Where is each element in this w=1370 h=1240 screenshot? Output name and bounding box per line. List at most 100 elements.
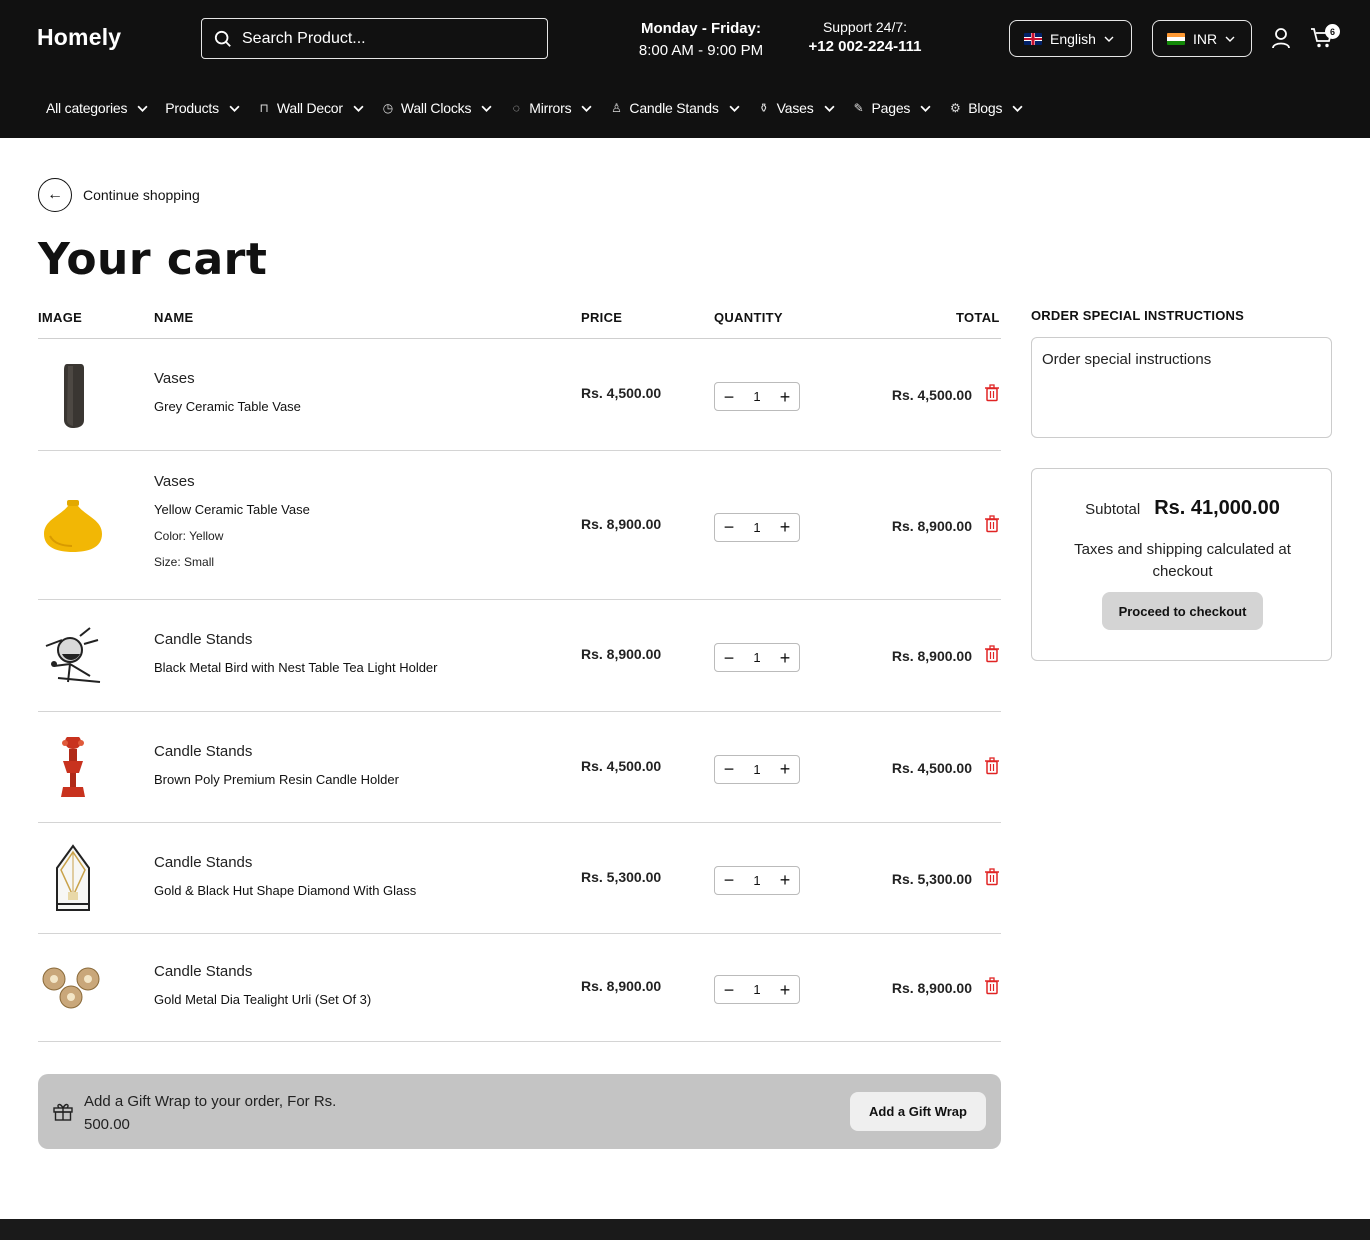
trash-icon[interactable]: [983, 514, 1001, 533]
quantity-value[interactable]: 1: [753, 389, 760, 404]
option-label: Size:: [154, 555, 181, 569]
nav-item-label: Vases: [776, 100, 814, 116]
language-selector[interactable]: English: [1009, 20, 1132, 57]
nav-item-wall-decor[interactable]: ⊓ Wall Decor: [257, 100, 364, 116]
product-info: Candle Stands Gold Metal Dia Tealight Url…: [154, 963, 371, 1007]
language-value: English: [1050, 30, 1096, 47]
quantity-value[interactable]: 1: [753, 762, 760, 777]
continue-shopping-link[interactable]: ← Continue shopping: [38, 178, 200, 212]
decrease-quantity-button[interactable]: −: [722, 760, 736, 778]
nav-item-candle-stands[interactable]: ♙ Candle Stands: [609, 100, 740, 116]
product-price: Rs. 8,900.00: [581, 978, 662, 994]
increase-quantity-button[interactable]: +: [778, 518, 792, 536]
quantity-value[interactable]: 1: [753, 873, 760, 888]
product-image[interactable]: [38, 491, 108, 561]
continue-shopping-label: Continue shopping: [83, 187, 200, 203]
increase-quantity-button[interactable]: +: [778, 871, 792, 889]
option-value: Small: [184, 555, 215, 569]
increase-quantity-button[interactable]: +: [778, 981, 792, 999]
cart-count-badge: 6: [1325, 24, 1340, 39]
logo[interactable]: Homely: [37, 24, 121, 51]
product-name[interactable]: Brown Poly Premium Resin Candle Holder: [154, 772, 399, 787]
product-name[interactable]: Gold Metal Dia Tealight Urli (Set Of 3): [154, 992, 371, 1007]
product-image[interactable]: [38, 843, 108, 914]
product-image[interactable]: [38, 621, 108, 691]
currency-value: INR: [1193, 30, 1218, 47]
quantity-stepper: − 1 +: [714, 754, 800, 784]
nav-item-blogs[interactable]: ⚙ Blogs: [948, 100, 1023, 116]
decrease-quantity-button[interactable]: −: [722, 518, 736, 536]
trash-icon[interactable]: [983, 756, 1001, 775]
decrease-quantity-button[interactable]: −: [722, 871, 736, 889]
product-price: Rs. 4,500.00: [581, 385, 662, 401]
option-line: Size: Small: [154, 555, 310, 569]
chevron-down-icon: [1104, 36, 1114, 42]
line-total: Rs. 4,500.00: [891, 759, 972, 776]
quantity-stepper: − 1 +: [714, 975, 800, 1004]
option-value: Yellow: [189, 529, 224, 543]
increase-quantity-button[interactable]: +: [778, 649, 792, 667]
nav-item-label: All categories: [46, 100, 128, 116]
subtotal-label: Subtotal: [1085, 501, 1141, 518]
order-summary: Subtotal Rs. 41,000.00 Taxes and shippin…: [1031, 468, 1332, 661]
cart-row: Candle Stands Gold & Black Hut Shape Diam…: [38, 823, 1001, 934]
search-input[interactable]: [242, 29, 522, 48]
nav-item-mirrors[interactable]: ◌ Mirrors: [509, 100, 592, 116]
tax-note: Taxes and shipping calculated at checkou…: [1074, 541, 1291, 580]
quantity-value[interactable]: 1: [753, 520, 760, 535]
cart-row: Vases Yellow Ceramic Table Vase Color: Yel…: [38, 451, 1001, 600]
product-name[interactable]: Yellow Ceramic Table Vase: [154, 502, 310, 517]
product-info: Candle Stands Gold & Black Hut Shape Diam…: [154, 854, 416, 898]
gift-wrap-banner: Add a Gift Wrap to your order, For Rs. 5…: [38, 1074, 1001, 1149]
decrease-quantity-button[interactable]: −: [722, 649, 736, 667]
product-name[interactable]: Black Metal Bird with Nest Table Tea Lig…: [154, 660, 438, 675]
currency-selector[interactable]: INR: [1152, 20, 1252, 57]
product-price: Rs. 8,900.00: [581, 646, 662, 662]
support-label: Support 24/7:: [822, 19, 908, 35]
page-title: Your cart: [38, 234, 268, 285]
nav-item-pages[interactable]: ✎ Pages: [852, 100, 932, 116]
product-name[interactable]: Grey Ceramic Table Vase: [154, 399, 301, 414]
nav-item-all-categories[interactable]: All categories: [46, 100, 148, 116]
nav-item-wall-clocks[interactable]: ◷ Wall Clocks: [381, 100, 492, 116]
product-image[interactable]: [38, 953, 108, 1023]
trash-icon[interactable]: [983, 645, 1001, 663]
instructions-textarea[interactable]: [1031, 337, 1332, 438]
increase-quantity-button[interactable]: +: [778, 760, 792, 778]
add-gift-wrap-button[interactable]: Add a Gift Wrap: [850, 1092, 986, 1131]
product-name[interactable]: Gold & Black Hut Shape Diamond With Glas…: [154, 883, 416, 898]
col-header-quantity: QUANTITY: [714, 310, 783, 325]
quantity-value[interactable]: 1: [753, 982, 760, 997]
chevron-down-icon: [1225, 36, 1235, 42]
decrease-quantity-button[interactable]: −: [722, 981, 736, 999]
cart-row: Candle Stands Brown Poly Premium Resin Ca…: [38, 712, 1001, 823]
checkout-button[interactable]: Proceed to checkout: [1102, 592, 1263, 630]
product-image[interactable]: [38, 733, 108, 803]
search-box[interactable]: [201, 18, 548, 59]
trash-icon[interactable]: [983, 384, 1001, 402]
gear-icon: ⚙: [949, 101, 961, 115]
gift-wrap-text: Add a Gift Wrap to your order, For Rs. 5…: [84, 1093, 337, 1133]
chevron-down-icon: [353, 105, 364, 112]
product-image[interactable]: [38, 360, 108, 430]
support-phone[interactable]: +12 002-224-111: [800, 37, 930, 56]
cart-row: Vases Grey Ceramic Table Vase Rs. 4,500.00…: [38, 339, 1001, 451]
trash-icon[interactable]: [983, 867, 1001, 886]
nav-item-vases[interactable]: ⚱ Vases: [757, 100, 835, 116]
wall-decor-icon: ⊓: [259, 101, 269, 115]
quantity-value[interactable]: 1: [753, 650, 760, 665]
trash-icon[interactable]: [983, 977, 1001, 995]
quantity-stepper: − 1 +: [714, 643, 800, 672]
nav-item-label: Wall Clocks: [400, 100, 472, 116]
nav-item-products[interactable]: Products: [165, 100, 240, 116]
gift-icon: [53, 1103, 73, 1121]
chevron-down-icon: [824, 105, 835, 112]
product-category: Candle Stands: [154, 963, 253, 980]
search-icon[interactable]: [214, 30, 232, 48]
option-label: Color:: [154, 529, 187, 543]
user-icon[interactable]: [1270, 27, 1292, 49]
cart-row: Candle Stands Gold Metal Dia Tealight Url…: [38, 934, 1001, 1042]
decrease-quantity-button[interactable]: −: [722, 388, 736, 406]
increase-quantity-button[interactable]: +: [778, 388, 792, 406]
chevron-down-icon: [581, 105, 592, 112]
